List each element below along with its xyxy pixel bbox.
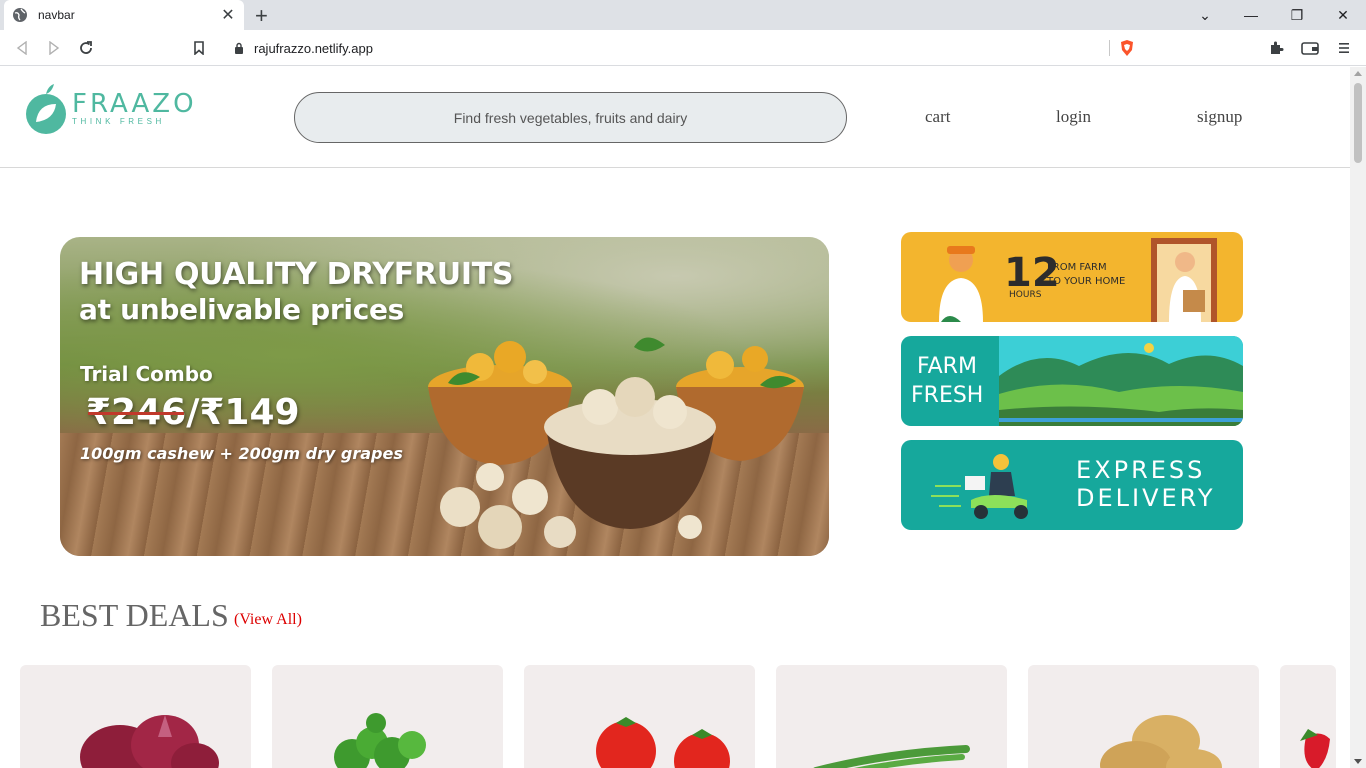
- product-card-potato[interactable]: [1028, 665, 1259, 768]
- farm-fresh-line1: FARM: [917, 354, 977, 379]
- strawberry-image: [1300, 729, 1330, 768]
- combo-price: ₹246/₹149: [86, 392, 300, 433]
- promo-express-delivery-card[interactable]: EXPRESS DELIVERY: [901, 440, 1243, 530]
- tab-title: navbar: [38, 8, 75, 22]
- view-all-link[interactable]: (View All): [234, 611, 302, 629]
- address-divider: [1109, 40, 1110, 56]
- menu-icon[interactable]: [1334, 38, 1354, 58]
- farm-landscape-illustration: [999, 336, 1243, 426]
- product-card-onion[interactable]: [20, 665, 251, 768]
- new-tab-icon[interactable]: +: [255, 3, 268, 29]
- scooter-rider-illustration: [931, 454, 1028, 519]
- combo-description: 100gm cashew + 200gm dry grapes: [80, 444, 403, 463]
- lock-icon: [235, 42, 243, 54]
- hero-banner[interactable]: HIGH QUALITY DRYFRUITS at unbelivable pr…: [60, 237, 829, 556]
- globe-icon: [13, 8, 27, 22]
- page-viewport: FRAAZO THINK FRESH Find fresh vegetables…: [0, 67, 1350, 768]
- restore-icon[interactable]: ❐: [1274, 0, 1320, 30]
- delivery-hours-unit: HOURS: [1009, 290, 1042, 300]
- price-separator: /: [186, 392, 200, 433]
- coriander-image: [334, 713, 426, 768]
- page-scrollbar[interactable]: [1350, 67, 1366, 768]
- browser-toolbar: rajufrazzo.netlify.app: [0, 30, 1366, 66]
- product-card-beans[interactable]: [776, 665, 1007, 768]
- window-close-icon[interactable]: ✕: [1320, 0, 1366, 30]
- nav-signup-link[interactable]: signup: [1197, 107, 1242, 127]
- scroll-up-arrow[interactable]: [1354, 71, 1362, 76]
- farm-fresh-line2: FRESH: [911, 383, 984, 408]
- site-logo[interactable]: FRAAZO THINK FRESH: [24, 82, 197, 136]
- logo-name: FRAAZO: [72, 89, 197, 119]
- new-price: ₹149: [199, 392, 300, 433]
- farmer-illustration: [939, 246, 983, 322]
- address-bar[interactable]: rajufrazzo.netlify.app: [222, 34, 1146, 62]
- browser-tab-strip: navbar ✕ + ⌄ — ❐ ✕: [0, 0, 1366, 30]
- close-tab-icon[interactable]: ✕: [220, 5, 236, 25]
- potato-image: [1100, 715, 1222, 768]
- hero-headline: HIGH QUALITY DRYFRUITS: [79, 257, 514, 292]
- forward-icon[interactable]: [44, 38, 64, 58]
- extensions-icon[interactable]: [1266, 38, 1286, 58]
- product-card-strawberry[interactable]: [1280, 665, 1336, 768]
- search-input[interactable]: Find fresh vegetables, fruits and dairy: [294, 92, 847, 143]
- delivery-line2: TO YOUR HOME: [1047, 276, 1126, 287]
- onion-image: [80, 715, 219, 768]
- scrollbar-thumb[interactable]: [1354, 83, 1362, 163]
- nav-cart-link[interactable]: cart: [925, 107, 950, 127]
- reload-icon[interactable]: [76, 38, 96, 58]
- minimize-icon[interactable]: —: [1228, 0, 1274, 30]
- product-card-coriander[interactable]: [272, 665, 503, 768]
- browser-tab[interactable]: navbar ✕: [4, 0, 244, 30]
- combo-label: Trial Combo: [80, 362, 213, 386]
- beans-image: [813, 745, 970, 768]
- product-card-tomato[interactable]: [524, 665, 755, 768]
- bookmark-icon[interactable]: [189, 38, 209, 58]
- brave-shield-icon[interactable]: [1118, 39, 1136, 57]
- url-text: rajufrazzo.netlify.app: [254, 40, 373, 56]
- tab-search-icon[interactable]: ⌄: [1182, 0, 1228, 30]
- best-deals-title: BEST DEALS: [40, 597, 229, 633]
- leaf-logo-icon: [26, 84, 66, 134]
- promo-farm-fresh-card[interactable]: FARM FRESH: [901, 336, 1243, 426]
- site-navbar: FRAAZO THINK FRESH Find fresh vegetables…: [0, 67, 1350, 168]
- nav-login-link[interactable]: login: [1056, 107, 1091, 127]
- promo-12-hours-card[interactable]: 12 HOURS FROM FARM TO YOUR HOME: [901, 232, 1243, 322]
- express-line2: DELIVERY: [1076, 484, 1216, 512]
- hero-subheadline: at unbelivable prices: [79, 293, 405, 326]
- shopper-illustration: [1151, 238, 1217, 322]
- tomato-image: [596, 717, 730, 768]
- delivery-line1: FROM FARM: [1047, 262, 1107, 273]
- express-line1: EXPRESS: [1076, 456, 1206, 484]
- old-price: ₹246: [86, 392, 187, 433]
- back-icon[interactable]: [12, 38, 32, 58]
- wallet-icon[interactable]: [1300, 38, 1320, 58]
- scroll-down-arrow[interactable]: [1354, 759, 1362, 764]
